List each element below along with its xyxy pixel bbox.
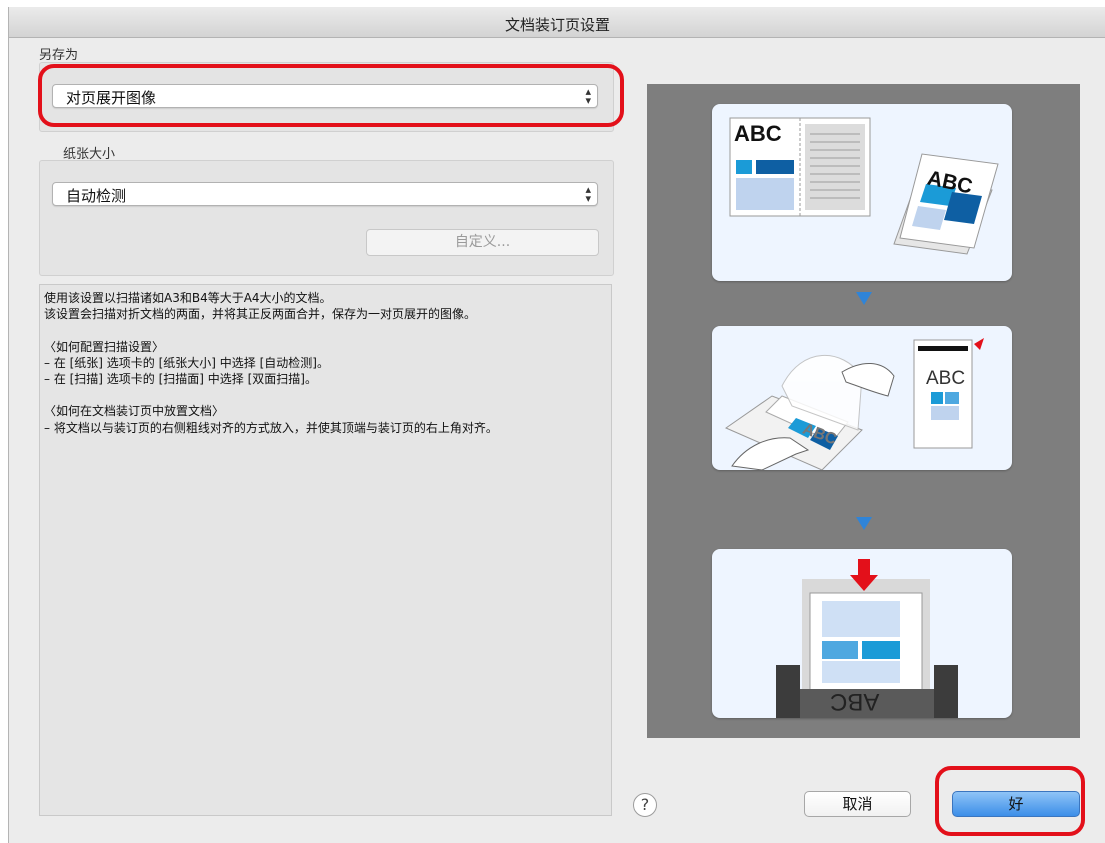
paper-size-group: 自动检测 ▴ ▾ 自定义... <box>39 160 614 276</box>
description-line: 〈如何在文档装订页中放置文档〉 <box>44 404 225 419</box>
paper-size-value: 自动检测 <box>66 187 127 205</box>
description-line: 使用该设置以扫描诸如A3和B4等大于A4大小的文档。 <box>44 291 332 305</box>
save-as-highlight <box>38 64 624 127</box>
help-button[interactable]: ? <box>633 793 657 817</box>
step1-abc-label: ABC <box>734 121 782 146</box>
down-arrow-icon <box>856 292 872 305</box>
description-line: – 在 [纸张] 选项卡的 [纸张大小] 中选择 [自动检测]。 <box>44 355 329 370</box>
description-line <box>44 387 607 403</box>
insert-document-illustration <box>724 338 984 470</box>
select-arrows-icon: ▴ ▾ <box>585 183 591 205</box>
window-title: 文档装订页设置 <box>504 16 610 34</box>
description-line: 该设置会扫描对折文档的两面，并将其正反两面合并，保存为一对页展开的图像。 <box>44 307 477 322</box>
description-line <box>44 323 607 339</box>
cancel-button[interactable]: 取消 <box>804 791 911 817</box>
custom-size-button[interactable]: 自定义... <box>366 229 599 256</box>
description-panel: 使用该设置以扫描诸如A3和B4等大于A4大小的文档。 该设置会扫描对折文档的两面… <box>39 284 612 816</box>
step3-abc-label: ABC <box>830 688 880 715</box>
step3-card: ABC <box>712 549 1012 718</box>
step2-card-abc-label: ABC <box>926 368 966 389</box>
description-line: – 在 [扫描] 选项卡的 [扫描面] 中选择 [双面扫描]。 <box>44 372 317 387</box>
step1-card: ABC ABC <box>712 104 1012 281</box>
down-arrow-icon <box>856 517 872 530</box>
description-line: 〈如何配置扫描设置〉 <box>44 339 165 354</box>
step2-card: ABC ABC <box>712 326 1012 470</box>
title-bar: 文档装订页设置 <box>9 7 1105 38</box>
preview-panel: ABC ABC ABC ABC ABC <box>647 84 1080 738</box>
save-as-label: 另存为 <box>39 48 79 63</box>
paper-size-select[interactable]: 自动检测 ▴ ▾ <box>52 182 598 206</box>
dialog-window: 文档装订页设置 另存为 对页展开图像 ▴ ▾ 纸张大小 自动检测 ▴ ▾ 自定义..… <box>8 7 1105 843</box>
ok-button-highlight <box>935 766 1085 836</box>
description-line: – 将文档以与装订页的右侧粗线对齐的方式放入，并使其顶端与装订页的右上角对齐。 <box>44 420 498 435</box>
